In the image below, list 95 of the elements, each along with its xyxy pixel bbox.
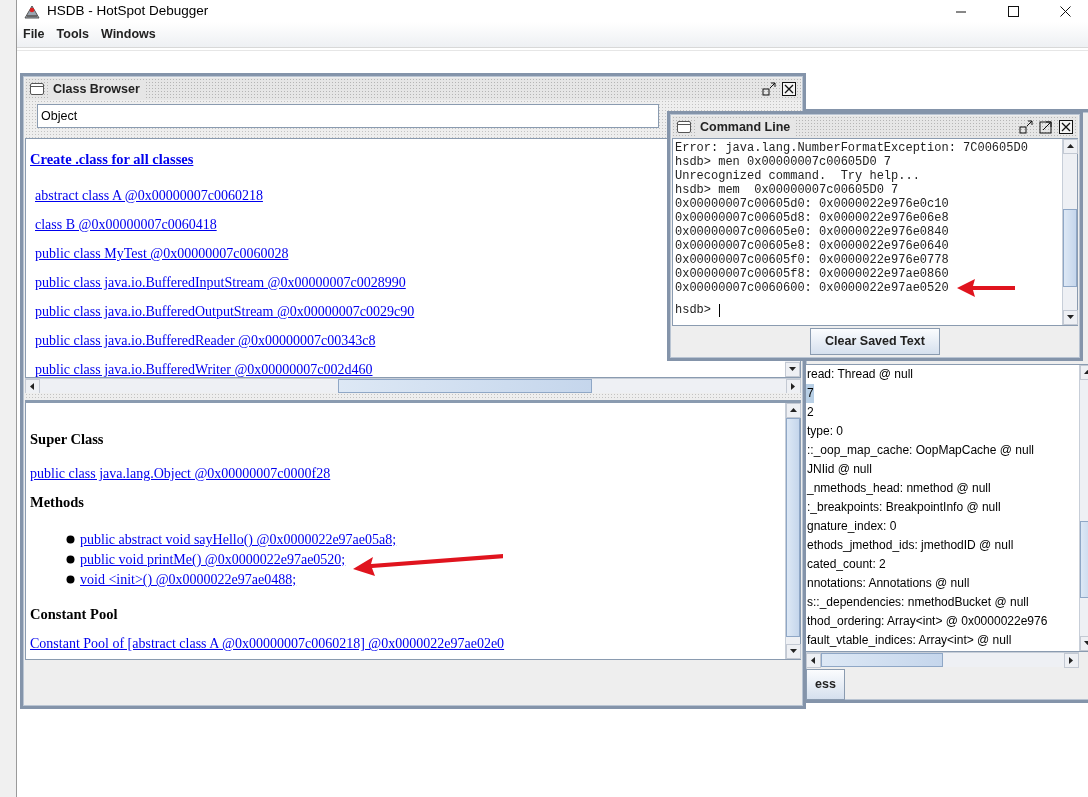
maximize-icon bbox=[1007, 5, 1019, 17]
triangle-down-icon bbox=[788, 365, 797, 374]
field-row[interactable]: :_breakpoints: BreakpointInfo @ null bbox=[806, 498, 1001, 517]
restore-icon bbox=[1018, 119, 1034, 135]
field-row[interactable]: JNIid @ null bbox=[806, 460, 872, 479]
window-icon bbox=[676, 119, 692, 135]
triangle-down-icon bbox=[789, 647, 798, 656]
console-line: 0x00000007c00605f8: 0x0000022e97ae0860 bbox=[675, 267, 949, 281]
restore-icon bbox=[761, 81, 777, 97]
triangle-left-icon bbox=[809, 656, 818, 665]
console-line: Unrecognized command. Try help... bbox=[675, 169, 920, 183]
field-row[interactable]: _nmethods_head: nmethod @ null bbox=[806, 479, 991, 498]
method-link[interactable]: public abstract void sayHello() @0x0000022e97ae05a8; bbox=[80, 529, 397, 550]
console-line: 0x00000007c00605d8: 0x0000022e976e06e8 bbox=[675, 211, 949, 225]
maximize-icon bbox=[1038, 119, 1054, 135]
section-heading: Methods bbox=[30, 492, 85, 512]
field-row[interactable]: fault_vtable_indices: Array<int> @ null bbox=[806, 631, 1012, 650]
window-icon bbox=[29, 81, 45, 97]
restore-button[interactable] bbox=[761, 81, 777, 97]
triangle-left-icon bbox=[28, 382, 37, 391]
bullet-icon bbox=[66, 555, 75, 564]
field-row[interactable]: gnature_index: 0 bbox=[806, 517, 897, 536]
field-row[interactable]: read: Thread @ null bbox=[806, 365, 914, 384]
class-link[interactable]: public class java.io.BufferedWriter @0x00000007c002d460 bbox=[35, 361, 373, 377]
frame-title: Command Line bbox=[696, 117, 795, 137]
scroll-thumb[interactable] bbox=[338, 379, 592, 393]
triangle-right-icon bbox=[789, 382, 798, 391]
action-button[interactable]: ess bbox=[806, 669, 845, 700]
scroll-thumb[interactable] bbox=[821, 653, 943, 667]
clear-button[interactable]: Clear Saved Text bbox=[810, 328, 940, 355]
class-link[interactable]: abstract class A @0x00000007c0060218 bbox=[35, 187, 263, 203]
class-link[interactable]: public class java.io.BufferedInputStream @0x00000007c0028990 bbox=[35, 274, 406, 290]
scroll-thumb[interactable] bbox=[786, 418, 800, 638]
triangle-up-icon bbox=[789, 406, 798, 415]
console-line: hsdb> mem 0x00000007c00605D0 7 bbox=[675, 183, 899, 197]
scroll-down-button[interactable] bbox=[786, 644, 801, 659]
window-title: HSDB - HotSpot Debugger bbox=[47, 1, 209, 20]
scroll-right-button[interactable] bbox=[1064, 653, 1079, 668]
section-heading: Constant Pool bbox=[30, 604, 119, 624]
class-link[interactable]: public class java.io.BufferedReader @0x00000007c00343c8 bbox=[35, 332, 376, 348]
scroll-left-button[interactable] bbox=[806, 653, 821, 668]
scroll-down-button[interactable] bbox=[785, 362, 800, 377]
close-icon bbox=[1059, 5, 1071, 17]
field-row[interactable]: ::_oop_map_cache: OopMapCache @ null bbox=[806, 441, 1034, 460]
console-line: 0x00000007c00605e8: 0x0000022e976e0640 bbox=[675, 239, 949, 253]
constant-pool-link[interactable]: Constant Pool of [abstract class A @0x00000007c0060218] @0x0000022e97ae02e0 bbox=[30, 636, 505, 652]
class-link[interactable]: public class java.io.BufferedOutputStream @0x00000007c0029c90 bbox=[35, 303, 415, 319]
triangle-up-icon bbox=[1066, 142, 1075, 151]
triangle-right-icon bbox=[1067, 656, 1076, 665]
console-line: Error: java.lang.NumberFormatException: 7C00605D0 bbox=[675, 141, 1028, 155]
super-class-link[interactable]: public class java.lang.Object @0x00000007c0000f28 bbox=[30, 465, 331, 481]
menu-item[interactable]: Windows bbox=[96, 25, 160, 44]
field-row[interactable]: ethods_jmethod_ids: jmethodID @ null bbox=[806, 536, 1014, 555]
arrow-annotation bbox=[957, 279, 1017, 297]
method-link[interactable]: void <init>() @0x0000022e97ae0488; bbox=[80, 569, 297, 590]
scroll-down-button[interactable] bbox=[1063, 310, 1078, 326]
class-link[interactable]: class B @0x00000007c0060418 bbox=[35, 216, 217, 232]
scroll-up-button[interactable] bbox=[786, 403, 801, 418]
vertical-scrollbar[interactable] bbox=[785, 403, 800, 659]
text-cursor bbox=[719, 303, 720, 317]
bullet-icon bbox=[66, 575, 75, 584]
vertical-scrollbar[interactable] bbox=[1062, 139, 1077, 326]
close-icon bbox=[1058, 119, 1074, 135]
horizontal-scrollbar[interactable] bbox=[806, 652, 1079, 667]
field-row[interactable]: s::_dependencies: nmethodBucket @ null bbox=[806, 593, 1029, 612]
field-row[interactable]: 2 bbox=[806, 403, 814, 422]
frame-title: Class Browser bbox=[49, 79, 144, 99]
field-row[interactable]: cated_count: 2 bbox=[806, 555, 886, 574]
field-row[interactable]: type: 0 bbox=[806, 422, 844, 441]
class-link[interactable]: public class MyTest @0x00000007c0060028 bbox=[35, 245, 289, 261]
close-button[interactable] bbox=[781, 81, 797, 97]
field-row[interactable]: 7 bbox=[806, 384, 814, 403]
close-icon bbox=[781, 81, 797, 97]
console-line: 0x00000007c0060600: 0x0000022e97ae0520 bbox=[675, 281, 949, 295]
maximize-button[interactable] bbox=[1038, 119, 1054, 135]
restore-button[interactable] bbox=[1018, 119, 1034, 135]
scroll-up-button[interactable] bbox=[1063, 139, 1078, 154]
console-line: hsdb> men 0x00000007c00605D0 7 bbox=[675, 155, 892, 169]
close-button[interactable] bbox=[1058, 119, 1074, 135]
console-prompt: hsdb> bbox=[675, 303, 711, 317]
create-link[interactable]: Create .class for all classes bbox=[30, 149, 194, 171]
bullet-icon bbox=[66, 535, 75, 544]
field-row[interactable]: nnotations: Annotations @ null bbox=[806, 574, 970, 593]
horizontal-scrollbar[interactable] bbox=[25, 378, 801, 393]
filter-field[interactable]: Object bbox=[37, 104, 659, 128]
scroll-thumb[interactable] bbox=[1063, 208, 1077, 287]
console-line: 0x00000007c00605d0: 0x0000022e976e0c10 bbox=[675, 197, 949, 211]
console-line: 0x00000007c00605f0: 0x0000022e976e0778 bbox=[675, 253, 949, 267]
field-row[interactable]: thod_ordering: Array<int> @ 0x0000022e976 bbox=[806, 612, 1048, 631]
console-line: 0x00000007c00605e0: 0x0000022e976e0840 bbox=[675, 225, 949, 239]
app-icon bbox=[23, 3, 41, 19]
section-heading: Super Class bbox=[30, 430, 105, 449]
menu-item[interactable]: Tools bbox=[52, 25, 93, 44]
method-link[interactable]: public void printMe() @0x0000022e97ae0520; bbox=[80, 549, 346, 570]
menu-item[interactable]: File bbox=[19, 25, 49, 44]
